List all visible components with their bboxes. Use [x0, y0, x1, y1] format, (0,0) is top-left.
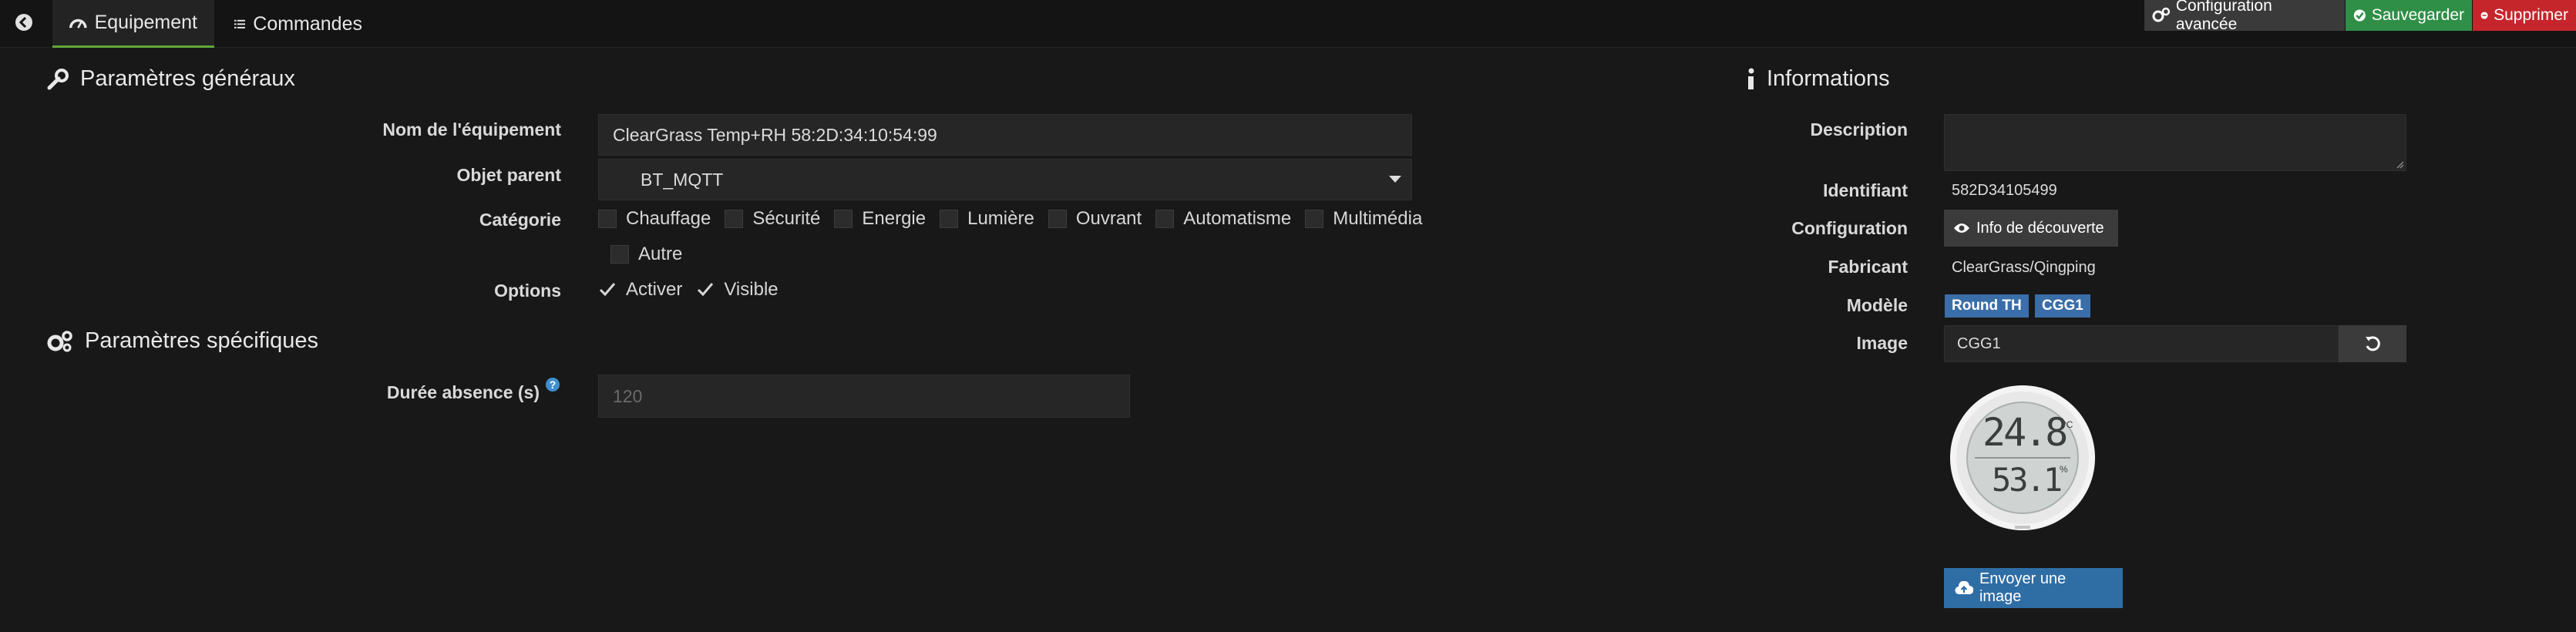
- parent-object-value: BT_MQTT: [641, 169, 724, 190]
- category-label-text: Ouvrant: [1075, 208, 1142, 229]
- manufacturer-label: Fabricant: [1828, 257, 1908, 277]
- name-label: Nom de l'équipement: [382, 119, 561, 140]
- absence-label: Durée absence (s): [386, 382, 540, 402]
- reset-image-button[interactable]: [2339, 325, 2406, 362]
- category-label-text: Automatisme: [1183, 208, 1292, 229]
- help-icon[interactable]: ?: [546, 378, 560, 392]
- tab-equipment-label: Equipement: [94, 12, 197, 33]
- checkbox[interactable]: [1305, 210, 1324, 228]
- cloud-upload-icon: [1955, 581, 1973, 594]
- category-automatisme[interactable]: Automatisme: [1155, 208, 1291, 230]
- category-ouvrant[interactable]: Ouvrant: [1048, 208, 1142, 230]
- checkbox[interactable]: [834, 210, 853, 228]
- checkbox[interactable]: [1048, 210, 1067, 228]
- checkbox[interactable]: [598, 210, 617, 228]
- option-label-text: Visible: [724, 279, 779, 300]
- minus-circle-icon: [2480, 12, 2488, 19]
- info-section-title: Informations: [1747, 66, 1890, 92]
- category-label-text: Sécurité: [752, 208, 821, 229]
- manufacturer-value: ClearGrass/Qingping: [1952, 259, 2096, 276]
- parent-label: Objet parent: [456, 165, 561, 185]
- specific-section-title: Paramètres spécifiques: [46, 328, 318, 354]
- identifier-label: Identifiant: [1823, 180, 1908, 200]
- info-title-text: Informations: [1767, 66, 1890, 91]
- checkbox-checked-icon[interactable]: [696, 281, 715, 299]
- top-bar: Equipement Commandes Configuration avanc…: [0, 0, 2576, 48]
- gears-icon: [2152, 7, 2171, 22]
- device-humidity: 53.1: [1992, 461, 2063, 499]
- delete-button[interactable]: Supprimer: [2473, 0, 2576, 31]
- tab-commands[interactable]: Commandes: [217, 0, 379, 48]
- configuration-label: Configuration: [1791, 218, 1908, 238]
- advanced-config-label: Configuration avancée: [2175, 0, 2272, 33]
- checkbox[interactable]: [725, 210, 744, 228]
- device-temperature-unit: °C: [2063, 419, 2073, 430]
- identifier-value: 582D34105499: [1952, 182, 2057, 199]
- general-section-title: Paramètres généraux: [46, 66, 295, 92]
- tab-commands-label: Commandes: [253, 12, 362, 35]
- save-button[interactable]: Sauvegarder: [2346, 0, 2472, 31]
- advanced-config-button[interactable]: Configuration avancée: [2144, 0, 2345, 33]
- category-row-1: Chauffage Sécurité Energie Lumière Ouvra…: [598, 208, 1436, 230]
- dashboard-icon: [69, 18, 87, 29]
- model-label: Modèle: [1846, 295, 1908, 315]
- upload-image-button[interactable]: Envoyer une image: [1944, 568, 2123, 608]
- option-label-text: Activer: [626, 279, 683, 300]
- device-humidity-unit: %: [2060, 464, 2068, 475]
- check-circle-icon: [2353, 9, 2366, 22]
- delete-label: Supprimer: [2494, 6, 2568, 24]
- checkbox[interactable]: [610, 245, 629, 264]
- info-icon: [1748, 68, 1754, 89]
- category-label-text: Multimédia: [1333, 208, 1423, 229]
- discovery-info-label: Info de découverte: [1976, 219, 2104, 237]
- description-label: Description: [1810, 119, 1908, 140]
- checkbox[interactable]: [1155, 210, 1175, 228]
- upload-image-label: Envoyer une image: [1979, 570, 2067, 605]
- eye-icon: [1954, 224, 1969, 233]
- back-button[interactable]: [5, 5, 43, 40]
- category-label-text: Autre: [638, 244, 683, 264]
- resize-handle-icon: [2396, 161, 2404, 169]
- save-label: Sauvegarder: [2371, 6, 2464, 24]
- device-temperature: 24.8: [1982, 410, 2068, 455]
- category-autre[interactable]: Autre: [610, 244, 682, 265]
- category-securite[interactable]: Sécurité: [725, 208, 820, 230]
- category-lumiere[interactable]: Lumière: [940, 208, 1034, 230]
- options-label: Options: [494, 281, 561, 301]
- category-label-text: Energie: [862, 208, 926, 229]
- device-image: 24.8 °C 53.1 %: [1947, 382, 2098, 533]
- category-multimedia[interactable]: Multimédia: [1305, 208, 1422, 230]
- option-visible[interactable]: Visible: [696, 279, 779, 301]
- wrench-icon: [47, 68, 69, 89]
- gears-icon: [47, 330, 72, 351]
- model-badge: Round TH: [1945, 294, 2029, 318]
- discovery-info-button[interactable]: Info de découverte: [1944, 210, 2118, 247]
- absence-duration-input[interactable]: 120: [598, 375, 1130, 418]
- category-label: Catégorie: [479, 210, 561, 230]
- image-input[interactable]: CGG1: [1944, 325, 2339, 362]
- category-label-text: Chauffage: [626, 208, 711, 229]
- options-row: Activer Visible: [598, 279, 792, 301]
- category-label-text: Lumière: [967, 208, 1034, 229]
- option-activate[interactable]: Activer: [598, 279, 682, 301]
- category-row-2: Autre: [610, 244, 696, 265]
- tab-equipment[interactable]: Equipement: [52, 0, 214, 48]
- description-textarea[interactable]: [1944, 114, 2406, 171]
- list-icon: [234, 19, 246, 29]
- specific-title-text: Paramètres spécifiques: [85, 328, 319, 353]
- category-chauffage[interactable]: Chauffage: [598, 208, 711, 230]
- checkbox[interactable]: [940, 210, 959, 228]
- image-label: Image: [1856, 333, 1908, 353]
- parent-object-select[interactable]: BT_MQTT: [598, 159, 1412, 200]
- device-picture: [1950, 385, 2095, 530]
- undo-icon: [2366, 336, 2380, 351]
- equipment-name-input[interactable]: ClearGrass Temp+RH 58:2D:34:10:54:99: [598, 114, 1412, 156]
- chevron-down-icon: [1389, 176, 1401, 183]
- general-title-text: Paramètres généraux: [80, 66, 295, 91]
- checkbox-checked-icon[interactable]: [598, 281, 617, 299]
- category-energie[interactable]: Energie: [834, 208, 926, 230]
- back-arrow-icon: [15, 14, 32, 31]
- model-badge: CGG1: [2035, 294, 2090, 318]
